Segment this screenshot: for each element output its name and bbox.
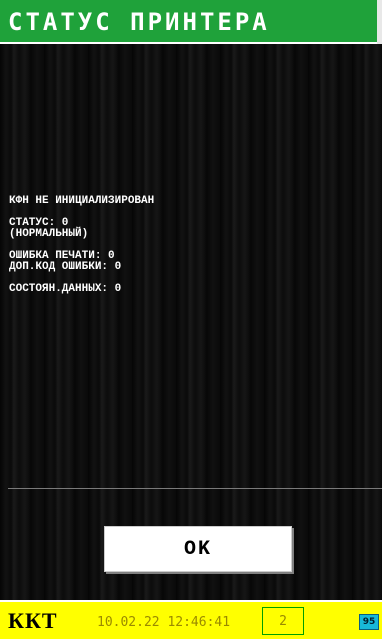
battery-icon: 95 [359, 614, 379, 630]
device-label: ККТ [8, 608, 58, 633]
title-bar: СТАТУС ПРИНТЕРА [0, 0, 382, 44]
content-divider [8, 488, 382, 489]
ok-button[interactable]: OK [104, 526, 292, 572]
extra-error-code-text: ДОП.КОД ОШИБКИ: 0 [9, 261, 122, 273]
datetime-display: 10.02.22 12:46:41 [97, 615, 231, 630]
ok-button-label: OK [183, 537, 212, 561]
printer-status-screen: СТАТУС ПРИНТЕРА КФН НЕ ИНИЦИАЛИЗИРОВАН С… [0, 0, 382, 639]
bottom-status-bar: ККТ 10.02.22 12:46:41 2 95 [0, 600, 382, 639]
fn-state-text: КФН НЕ ИНИЦИАЛИЗИРОВАН [9, 195, 155, 207]
page-title: СТАТУС ПРИНТЕРА [8, 8, 270, 36]
status-info-block: КФН НЕ ИНИЦИАЛИЗИРОВАН СТАТУС: 0 (НОРМАЛ… [9, 196, 154, 295]
counter-indicator: 2 [262, 607, 304, 635]
title-edge-stripe [377, 0, 382, 44]
status-description-text: (НОРМАЛЬНЫЙ) [9, 228, 89, 240]
data-state-text: СОСТОЯН.ДАННЫХ: 0 [9, 283, 122, 295]
